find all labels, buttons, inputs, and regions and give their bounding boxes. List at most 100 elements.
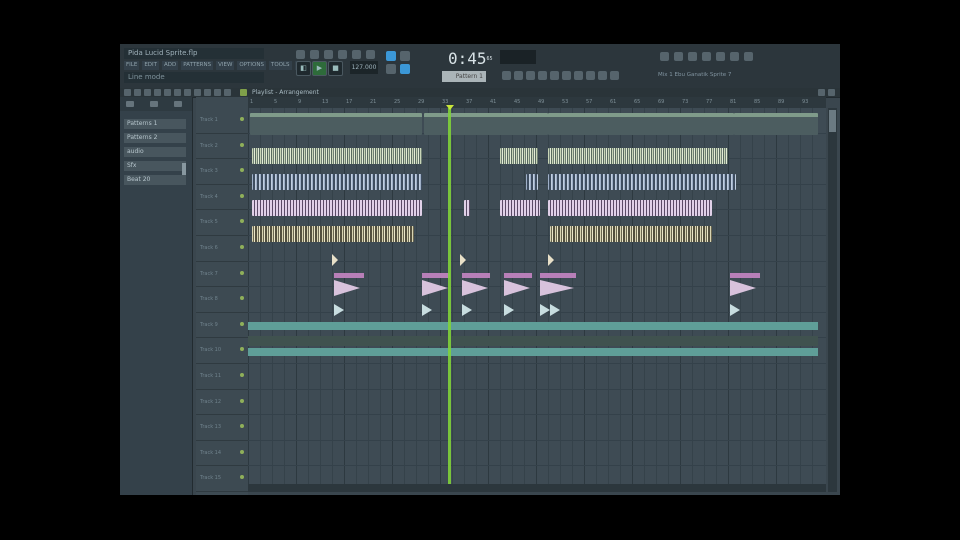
one-shot-clip[interactable] [460, 254, 466, 266]
track-mute-led[interactable] [240, 219, 244, 224]
track-header[interactable]: Track 5 [196, 210, 248, 236]
track-header[interactable]: Track 13 [196, 415, 248, 441]
paint-mode-icon[interactable] [400, 51, 410, 61]
audio-clip[interactable] [548, 200, 712, 216]
minimize-icon[interactable] [818, 89, 825, 96]
browser-item[interactable]: Beat 20 [124, 175, 186, 185]
track-mute-led[interactable] [240, 398, 244, 403]
track-mute-led[interactable] [240, 142, 244, 147]
audio-clip[interactable] [464, 200, 470, 216]
headphones-icon[interactable] [702, 52, 711, 61]
clip[interactable] [424, 113, 548, 135]
one-shot-clip[interactable] [422, 304, 432, 316]
countdown-icon[interactable] [352, 50, 361, 59]
piano-roll-icon[interactable] [514, 71, 523, 80]
clip[interactable] [338, 113, 422, 135]
typing-keyboard-icon[interactable] [400, 64, 410, 74]
help-icon[interactable] [610, 71, 619, 80]
online-icon[interactable] [660, 52, 669, 61]
browser-item[interactable]: Patterns 1 [124, 119, 186, 129]
playhead-marker[interactable] [446, 105, 454, 110]
channel-rack-icon[interactable] [526, 71, 535, 80]
browser-scrollbar[interactable] [182, 163, 186, 175]
track-mute-led[interactable] [240, 321, 244, 326]
track-header[interactable]: Track 6 [196, 236, 248, 262]
playlist-lane[interactable] [248, 415, 826, 441]
track-header[interactable]: Track 9 [196, 313, 248, 339]
mixer-icon[interactable] [538, 71, 547, 80]
track-mute-led[interactable] [240, 296, 244, 301]
audio-clip[interactable] [500, 148, 538, 164]
playlist-grid[interactable] [248, 108, 826, 492]
one-shot-clip[interactable] [540, 304, 550, 316]
swell-clip[interactable] [730, 280, 756, 296]
track-mute-led[interactable] [240, 245, 244, 249]
download-icon[interactable] [674, 52, 683, 61]
menu-view[interactable]: VIEW [216, 61, 235, 70]
clip[interactable] [548, 113, 734, 135]
zoom-icon[interactable] [214, 89, 221, 96]
track-header[interactable]: Track 10 [196, 338, 248, 364]
track-mute-led[interactable] [240, 475, 244, 480]
plugin-picker-icon[interactable] [562, 71, 571, 80]
blend-icon[interactable] [338, 50, 347, 59]
play-button[interactable]: ▶ [312, 61, 327, 76]
track-mute-led[interactable] [240, 373, 244, 377]
playlist-lane[interactable] [248, 441, 826, 467]
track-header[interactable]: Track 7 [196, 262, 248, 288]
metronome-icon[interactable] [324, 50, 333, 59]
track-mute-led[interactable] [240, 193, 244, 198]
menu-arrow-icon[interactable] [124, 89, 131, 96]
slip-icon[interactable] [184, 89, 191, 96]
menu-edit[interactable]: EDIT [142, 61, 160, 70]
record-icon[interactable] [310, 50, 319, 59]
track-mute-led[interactable] [240, 424, 244, 429]
one-shot-clip[interactable] [730, 304, 740, 316]
track-header[interactable]: Track 3 [196, 159, 248, 185]
track-header[interactable]: Track 15 [196, 466, 248, 492]
mute-icon[interactable] [174, 89, 181, 96]
track-header[interactable]: Track 12 [196, 390, 248, 416]
one-shot-clip[interactable] [548, 254, 554, 266]
settings-icon[interactable] [744, 52, 753, 61]
magnet-icon[interactable] [134, 89, 141, 96]
playlist-icon[interactable] [502, 71, 511, 80]
pattern-selector[interactable]: Pattern 1 [442, 71, 486, 82]
browser-item[interactable]: audio [124, 147, 186, 157]
playlist-lane[interactable] [248, 390, 826, 416]
track-header[interactable]: Track 4 [196, 185, 248, 211]
audio-clip[interactable] [550, 226, 712, 242]
microphone-icon[interactable] [688, 52, 697, 61]
song-mode-icon[interactable] [386, 64, 396, 74]
audio-clip[interactable] [500, 200, 540, 216]
track-header[interactable]: Track 8 [196, 287, 248, 313]
clip[interactable] [250, 113, 340, 135]
menu-tools[interactable]: TOOLS [268, 61, 292, 70]
audio-clip[interactable] [252, 200, 422, 216]
scroll-thumb[interactable] [829, 110, 836, 132]
delete-icon[interactable] [164, 89, 171, 96]
horizontal-scrollbar[interactable] [248, 484, 826, 492]
render-icon[interactable] [586, 71, 595, 80]
one-shot-clip[interactable] [504, 304, 514, 316]
clip[interactable] [734, 113, 818, 135]
browser-item[interactable]: Sfx [124, 161, 186, 171]
pencil-icon[interactable] [144, 89, 151, 96]
track-header[interactable]: Track 1 [196, 108, 248, 134]
browser-item[interactable]: Patterns 2 [124, 133, 186, 143]
one-shot-clip[interactable] [462, 304, 472, 316]
audio-clip[interactable] [548, 148, 728, 164]
browser-icon[interactable] [550, 71, 559, 80]
track-mute-led[interactable] [240, 347, 244, 352]
swell-clip[interactable] [462, 280, 488, 296]
automation-clip[interactable] [248, 348, 818, 356]
tempo-display[interactable]: 127.000 [350, 61, 378, 74]
track-mute-led[interactable] [240, 168, 244, 173]
track-mute-led[interactable] [240, 449, 244, 454]
draw-mode-icon[interactable] [386, 51, 396, 61]
automation-clip[interactable] [248, 336, 818, 346]
brush-icon[interactable] [154, 89, 161, 96]
track-mute-led[interactable] [240, 270, 244, 275]
pat-song-toggle[interactable]: ◧ [296, 61, 311, 76]
playhead[interactable] [448, 108, 451, 492]
